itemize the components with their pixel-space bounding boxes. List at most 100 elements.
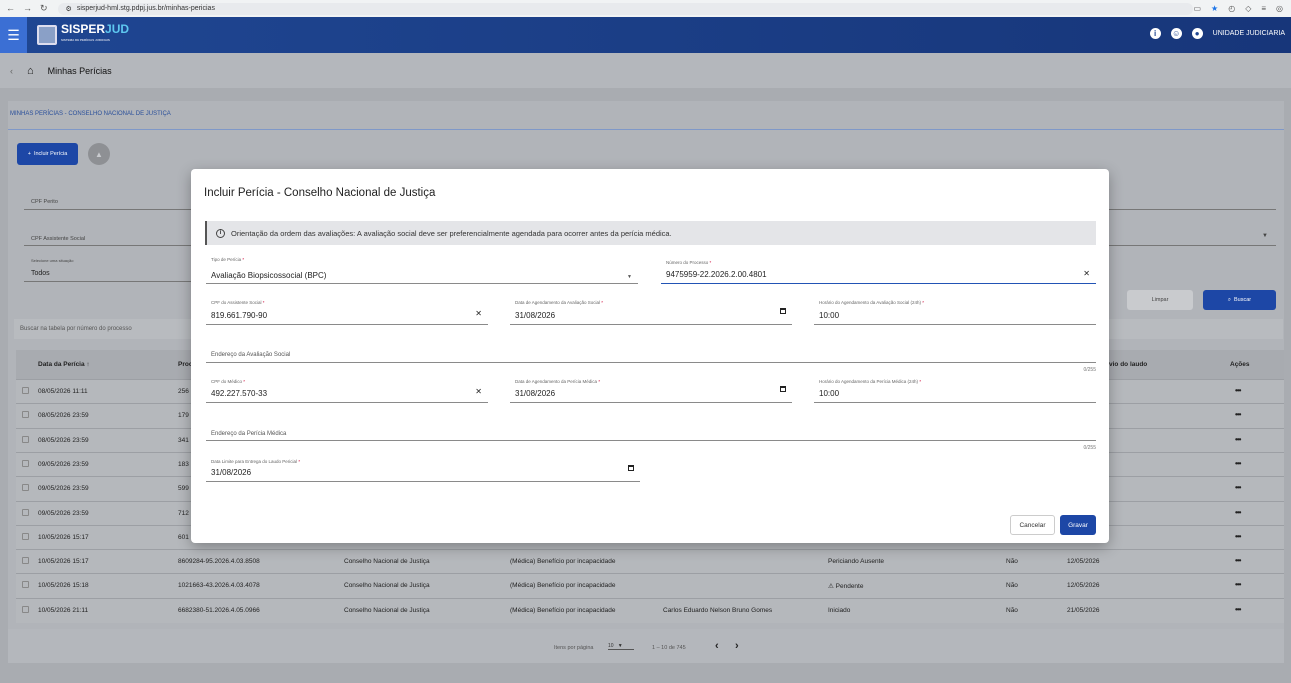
data-medica-label: Data de Agendamento da Perícia Médica <box>515 379 598 384</box>
row-checkbox[interactable] <box>22 459 29 467</box>
table-row[interactable]: 10/05/2026 15:18 1021663-43.2026.4.03.407… <box>16 573 1284 596</box>
cast-icon[interactable]: ▭ <box>1193 4 1201 13</box>
cpf-perito-field[interactable]: CPF Perito <box>31 199 58 205</box>
limite-value[interactable]: 31/08/2026 <box>211 468 251 477</box>
table-row[interactable]: 10/05/2026 15:17 8609284-95.2026.4.03.850… <box>16 549 1284 572</box>
col-data[interactable]: Data da Perícia ↑ <box>38 361 90 368</box>
cpf-assist-label: CPF do Assistente Social <box>211 300 262 305</box>
row-checkbox[interactable] <box>22 605 29 613</box>
numero-processo-field[interactable]: Número do Processo * 9475959-22.2026.2.0… <box>661 260 1096 284</box>
more-actions-icon[interactable]: ••• <box>1235 556 1241 565</box>
buscar-button[interactable]: ⌕ Buscar <box>1203 290 1276 310</box>
tipo-label: Tipo de Perícia <box>211 257 242 262</box>
horario-pericia-medica-field[interactable]: Horário do Agendamento da Perícia Médica… <box>814 379 1096 403</box>
situacao-underline <box>24 281 191 282</box>
bookmark-star-icon[interactable]: ★ <box>1211 4 1218 13</box>
user-icon[interactable]: ● <box>1191 28 1203 39</box>
gravar-button[interactable]: Gravar <box>1060 515 1096 535</box>
cpf-assistente-social-field[interactable]: CPF do Assistente Social * 819.661.790-9… <box>206 300 488 325</box>
info-circle-icon: i <box>216 228 225 238</box>
site-settings-icon[interactable]: ⚙ <box>66 5 72 13</box>
cpf-medico-field[interactable]: CPF do Médico * 492.227.570-33 ✕ <box>206 379 488 403</box>
cpf-assist-value[interactable]: 819.661.790-90 <box>211 311 267 320</box>
timer-icon[interactable]: ◴ <box>1228 4 1235 13</box>
menu-icon[interactable]: ☰ <box>0 17 27 53</box>
tab-search-icon[interactable]: ≡ <box>1261 4 1266 13</box>
row-checkbox[interactable] <box>22 484 29 492</box>
cpf-assistente-field[interactable]: CPF Assistente Social <box>31 236 85 242</box>
prev-page-icon[interactable]: ‹ <box>715 640 719 652</box>
table-row[interactable]: 10/05/2026 21:11 6682380-51.2026.4.05.096… <box>16 597 1284 621</box>
row-checkbox[interactable] <box>22 508 29 516</box>
data-pericia-medica-field[interactable]: Data de Agendamento da Perícia Médica * … <box>510 379 792 403</box>
clear-icon[interactable]: ✕ <box>475 309 482 318</box>
more-actions-icon[interactable]: ••• <box>1235 483 1241 492</box>
horario-avaliacao-social-field[interactable]: Horário do Agendamento da Avaliação Soci… <box>814 300 1096 325</box>
cell-proc: 256 <box>178 388 189 395</box>
more-actions-icon[interactable]: ••• <box>1235 580 1241 589</box>
data-social-value[interactable]: 31/08/2026 <box>515 311 555 320</box>
data-limite-laudo-field[interactable]: Data Limite para Entrega do Laudo Perici… <box>206 459 640 482</box>
clear-icon[interactable]: ✕ <box>475 387 482 396</box>
cancelar-button[interactable]: Cancelar <box>1010 515 1055 535</box>
row-checkbox[interactable] <box>22 435 29 443</box>
hora-medica-value[interactable]: 10:00 <box>819 389 839 398</box>
processo-value[interactable]: 9475959-22.2026.2.00.4801 <box>666 270 767 279</box>
extensions-icon[interactable]: ◇ <box>1245 4 1251 13</box>
data-medica-value[interactable]: 31/08/2026 <box>515 389 555 398</box>
upload-button[interactable]: ▲ <box>88 143 110 165</box>
endereco-pericia-medica-field[interactable]: Endereço da Perícia Médica 0/255 <box>206 430 1096 453</box>
end-social-count: 0/255 <box>1083 367 1096 373</box>
next-page-icon[interactable]: › <box>735 640 739 652</box>
home-icon[interactable]: ⌂ <box>27 65 34 77</box>
hora-social-value[interactable]: 10:00 <box>819 311 839 320</box>
more-actions-icon[interactable]: ••• <box>1235 410 1241 419</box>
row-checkbox[interactable] <box>22 387 29 394</box>
cpf-medico-value[interactable]: 492.227.570-33 <box>211 389 267 398</box>
more-actions-icon[interactable]: ••• <box>1235 435 1241 444</box>
limite-label: Data Limite para Entrega do Laudo Perici… <box>211 459 298 464</box>
more-actions-icon[interactable]: ••• <box>1235 532 1241 541</box>
cell-sim: Não <box>1006 558 1018 566</box>
more-actions-icon[interactable]: ••• <box>1235 459 1241 468</box>
cell-perito: Carlos Eduardo Nelson Bruno Gomes <box>663 606 773 614</box>
app-logo[interactable]: SISPERJUD SISTEMA DE PERÍCIAS JUDICIAIS <box>37 22 130 46</box>
limpar-button[interactable]: Limpar <box>1127 290 1193 310</box>
col-laudo[interactable]: vio do laudo <box>1109 361 1147 368</box>
tipo-pericia-select[interactable]: Tipo de Perícia * Avaliação Biopsicossoc… <box>206 257 638 284</box>
more-actions-icon[interactable]: ••• <box>1235 508 1241 517</box>
row-checkbox[interactable] <box>22 557 29 565</box>
situacao-select[interactable]: Todos <box>31 270 50 277</box>
section-title: MINHAS PERÍCIAS - CONSELHO NACIONAL DE J… <box>10 111 171 117</box>
logo-icon <box>37 25 57 45</box>
more-actions-icon[interactable]: ••• <box>1235 386 1241 395</box>
more-actions-icon[interactable]: ••• <box>1235 605 1241 614</box>
clear-icon[interactable]: ✕ <box>1083 269 1090 278</box>
endereco-avaliacao-social-field[interactable]: Endereço da Avaliação Social 0/255 <box>206 350 1096 373</box>
breadcrumb-title: Minhas Perícias <box>47 65 112 76</box>
chevron-down-icon[interactable]: ▼ <box>1262 233 1268 239</box>
accessibility-icon[interactable]: ☺ <box>1170 28 1182 39</box>
cell-data: 08/05/2026 23:59 <box>38 436 89 444</box>
address-bar[interactable]: ⚙ sisperjud-hml.stg.pdpj.jus.br/minhas-p… <box>57 2 1194 15</box>
info-icon[interactable]: i <box>1149 28 1161 39</box>
unit-label[interactable]: UNIDADE JUDICIARIA <box>1213 30 1285 37</box>
calendar-icon[interactable] <box>780 385 786 394</box>
cell-proc: 6682380-51.2026.4.05.0966 <box>178 606 260 614</box>
forward-icon[interactable]: → <box>23 3 32 14</box>
data-avaliacao-social-field[interactable]: Data de Agendamento da Avaliação Social … <box>510 300 792 325</box>
cell-sim: Não <box>1006 606 1018 614</box>
reload-icon[interactable]: ↻ <box>40 3 48 14</box>
logo-accent: JUD <box>105 22 130 36</box>
back-icon[interactable]: ← <box>6 3 15 14</box>
calendar-icon[interactable] <box>628 464 634 473</box>
calendar-icon[interactable] <box>780 307 786 316</box>
page-size-select[interactable]: 10 ▼ <box>608 643 634 650</box>
incluir-label: Incluir Perícia <box>33 151 68 157</box>
row-checkbox[interactable] <box>22 581 29 589</box>
incluir-pericia-button[interactable]: + Incluir Perícia <box>17 143 78 165</box>
row-checkbox[interactable] <box>22 411 29 419</box>
row-checkbox[interactable] <box>22 532 29 540</box>
chevron-left-icon[interactable]: ‹ <box>10 66 13 76</box>
profile-icon[interactable]: ◎ <box>1276 4 1283 13</box>
